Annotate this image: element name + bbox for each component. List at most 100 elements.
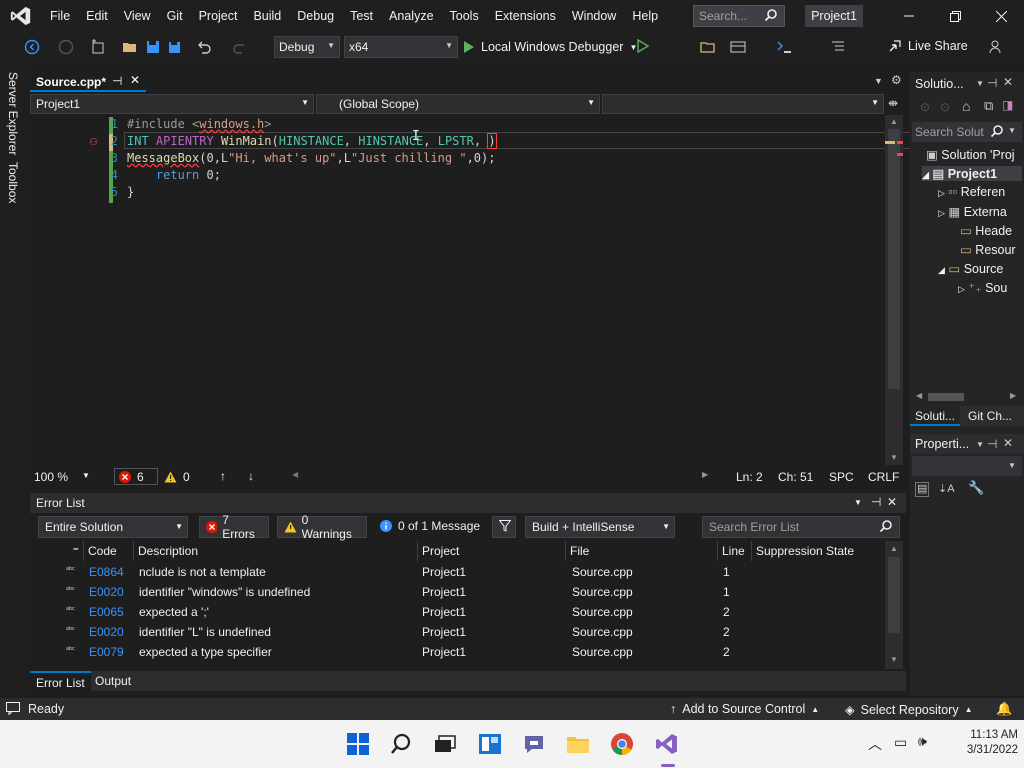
global-search-input[interactable]: Search... xyxy=(693,5,785,27)
menu-help[interactable]: Help xyxy=(624,0,666,32)
teams-chat-icon[interactable] xyxy=(522,732,546,756)
collapse-arrow-icon[interactable]: ▷ xyxy=(958,284,965,294)
horizontal-scrollbar[interactable]: ◀ ▶ xyxy=(912,390,1022,404)
scroll-thumb[interactable] xyxy=(888,129,900,389)
tree-references[interactable]: ▷ ▫▫ Referen xyxy=(938,185,1022,199)
error-code-link[interactable]: E0065 xyxy=(89,605,124,619)
scroll-thumb[interactable] xyxy=(928,393,964,401)
project-name-badge[interactable]: Project1 xyxy=(805,5,863,27)
scroll-down-icon[interactable]: ▼ xyxy=(890,453,898,462)
close-icon[interactable]: ✕ xyxy=(887,495,897,509)
column-header-suppression[interactable]: Suppression State xyxy=(752,541,882,561)
collapse-arrow-icon[interactable]: ▷ xyxy=(938,188,945,198)
tab-error-list[interactable]: Error List xyxy=(30,671,91,691)
close-icon[interactable]: ✕ xyxy=(1003,436,1013,450)
close-tab-icon[interactable]: ✕ xyxy=(130,73,140,87)
build-filter-select[interactable]: Build + IntelliSense ▼ xyxy=(525,516,675,538)
property-pages-icon[interactable]: 🔧 xyxy=(968,480,984,496)
live-share-button[interactable]: Live Share xyxy=(888,39,968,53)
visual-studio-taskbar-icon[interactable] xyxy=(655,732,679,756)
menu-extensions[interactable]: Extensions xyxy=(487,0,564,32)
menu-git[interactable]: Git xyxy=(159,0,191,32)
tab-solution-explorer[interactable]: Soluti... xyxy=(910,406,961,426)
back-icon[interactable]: ⊙ xyxy=(920,100,930,114)
nav-member-select[interactable]: ▼ xyxy=(602,94,884,114)
table-row[interactable]: ᵃᵇᶜ E0079 expected a type specifier Proj… xyxy=(30,642,885,662)
task-view-icon[interactable] xyxy=(433,732,457,756)
chevron-down-icon[interactable]: ▼ xyxy=(854,498,862,507)
chrome-icon[interactable] xyxy=(610,732,634,756)
sync-view-icon[interactable]: ⧉ xyxy=(984,98,993,114)
forward-icon[interactable]: ⊙ xyxy=(940,100,950,114)
comment-icon[interactable] xyxy=(830,39,846,55)
start-windows-icon[interactable] xyxy=(346,732,370,756)
pin-icon[interactable]: ⊣ xyxy=(987,437,997,451)
categorized-icon[interactable]: ▤ xyxy=(915,482,930,497)
menu-test[interactable]: Test xyxy=(342,0,381,32)
filter-button[interactable] xyxy=(492,516,516,538)
save-all-icon[interactable] xyxy=(166,39,182,55)
notifications-bell-icon[interactable]: 🔔 xyxy=(996,701,1012,717)
expand-arrow-icon[interactable]: ◢ xyxy=(938,265,945,275)
scroll-right-icon[interactable]: ▶ xyxy=(1010,391,1016,400)
status-notification-icon[interactable] xyxy=(6,702,20,718)
error-code-link[interactable]: E0020 xyxy=(89,625,124,639)
menu-tools[interactable]: Tools xyxy=(442,0,487,32)
browse-icon[interactable] xyxy=(700,39,716,55)
start-debugging-button[interactable]: Local Windows Debugger ▼ xyxy=(463,38,637,56)
undo-icon[interactable] xyxy=(196,39,212,55)
tree-external-deps[interactable]: ▷ ▦ Externa xyxy=(938,204,1022,219)
column-header-description[interactable]: Description xyxy=(134,541,418,561)
properties-object-select[interactable]: ▼ xyxy=(912,456,1022,476)
scroll-up-icon[interactable]: ▲ xyxy=(890,117,898,126)
tab-overflow-icon[interactable]: ▼ xyxy=(874,76,883,86)
new-project-icon[interactable] xyxy=(90,39,106,55)
tab-output[interactable]: Output xyxy=(90,674,136,688)
close-window-icon[interactable] xyxy=(978,0,1024,32)
switch-views-icon[interactable]: ◨ xyxy=(1002,98,1013,112)
add-source-control-button[interactable]: ↑ Add to Source Control ▲ xyxy=(670,702,819,716)
open-folder-icon[interactable] xyxy=(122,39,138,55)
scroll-left-icon[interactable]: ◀ xyxy=(916,391,922,400)
scroll-up-icon[interactable]: ▲ xyxy=(890,544,898,553)
menu-analyze[interactable]: Analyze xyxy=(381,0,441,32)
redo-icon[interactable] xyxy=(232,39,248,55)
home-icon[interactable]: ⌂ xyxy=(962,98,970,114)
alphabetical-icon[interactable]: ⇣A xyxy=(938,482,955,495)
menu-file[interactable]: File xyxy=(42,0,78,32)
file-explorer-icon[interactable] xyxy=(566,732,590,756)
error-count-button[interactable]: 6 xyxy=(114,468,158,485)
scope-select[interactable]: Entire Solution ▼ xyxy=(38,516,188,538)
line-indicator[interactable]: Ln: 2 xyxy=(736,470,763,484)
settings-gear-icon[interactable]: ⚙ xyxy=(891,73,902,87)
line-ending-indicator[interactable]: CRLF xyxy=(868,470,899,484)
tree-source-cpp[interactable]: ▷ ⁺₊ Sou xyxy=(958,280,1022,295)
table-row[interactable]: ᵃᵇᶜ E0864 nclude is not a template Proje… xyxy=(30,562,885,582)
document-tab-source[interactable]: Source.cpp* ⊣ ✕ xyxy=(30,72,146,92)
step-icon[interactable] xyxy=(776,39,792,55)
column-sort-icon[interactable]: ⁼ xyxy=(30,541,84,561)
chevron-up-icon[interactable]: ︿ xyxy=(868,734,882,754)
layout-icon[interactable] xyxy=(730,39,746,55)
whitespace-indicator[interactable]: SPC xyxy=(829,470,854,484)
editor-vertical-scrollbar[interactable]: ▲ ▼ xyxy=(885,115,903,465)
column-header-project[interactable]: Project xyxy=(418,541,566,561)
chevron-down-icon[interactable]: ▼ xyxy=(82,471,90,480)
tab-git-changes[interactable]: Git Ch... xyxy=(968,409,1012,423)
warnings-filter-button[interactable]: 0 Warnings xyxy=(277,513,367,541)
table-row[interactable]: ᵃᵇᶜ E0020 identifier "L" is undefined Pr… xyxy=(30,622,885,642)
table-row[interactable]: ᵃᵇᶜ E0065 expected a ';' Project1 Source… xyxy=(30,602,885,622)
column-header-file[interactable]: File xyxy=(566,541,718,561)
save-icon[interactable] xyxy=(145,39,161,55)
widgets-icon[interactable] xyxy=(478,732,502,756)
warning-count-button[interactable]: 0 xyxy=(164,468,190,485)
nav-scope-select[interactable]: (Global Scope) ▼ xyxy=(316,94,600,114)
error-code-link[interactable]: E0020 xyxy=(89,585,124,599)
menu-build[interactable]: Build xyxy=(245,0,289,32)
minimize-icon[interactable] xyxy=(886,0,932,32)
select-repository-button[interactable]: ◈ Select Repository ▲ xyxy=(845,702,973,718)
scroll-right-icon[interactable]: ▶ xyxy=(702,470,708,479)
column-header-line[interactable]: Line xyxy=(718,541,752,561)
scroll-left-icon[interactable]: ◀ xyxy=(292,470,298,479)
maximize-icon[interactable] xyxy=(932,0,978,32)
